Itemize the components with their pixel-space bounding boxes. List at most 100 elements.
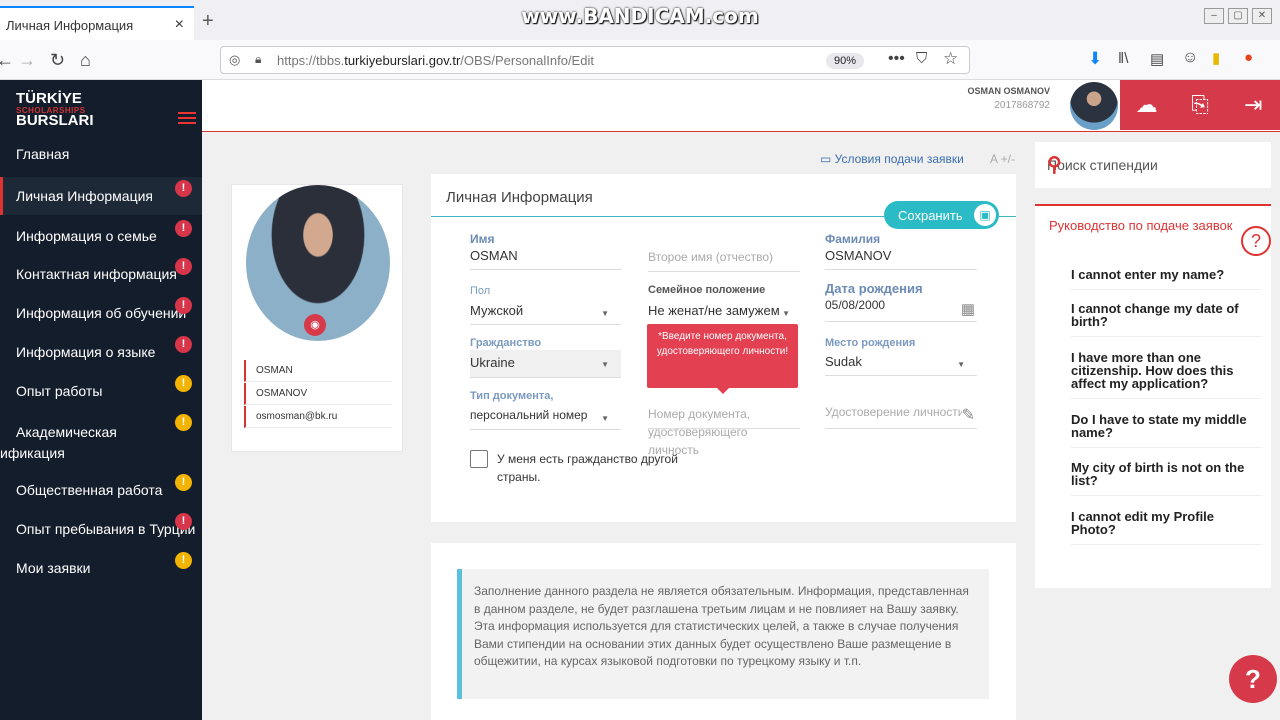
middle-name-field[interactable]: Второе имя (отчество) bbox=[648, 250, 800, 272]
last-name-label: Фамилия bbox=[825, 232, 881, 246]
dual-citizenship-checkbox[interactable] bbox=[470, 450, 488, 468]
faq-item[interactable]: I cannot change my date of birth? bbox=[1071, 302, 1261, 337]
save-label: Сохранить bbox=[898, 208, 963, 223]
gender-label: Пол bbox=[470, 285, 491, 297]
sidebar-item-language[interactable]: Информация о языке ! bbox=[0, 336, 202, 368]
download-icon[interactable]: ⬇ bbox=[1088, 49, 1102, 69]
sidebar-item-turkey-stay[interactable]: Опыт пребывания в Турции ! bbox=[0, 513, 202, 545]
gender-select[interactable]: Мужской ▼ bbox=[470, 303, 621, 325]
shield-icon[interactable]: ◎ bbox=[229, 52, 240, 68]
warning-badge: ! bbox=[175, 336, 192, 353]
faq-item[interactable]: I have more than one citizenship. How do… bbox=[1071, 351, 1261, 399]
logo[interactable]: TÜRKİYE SCHOLARSHIPS BURSLARI bbox=[0, 86, 110, 130]
help-button[interactable]: ? bbox=[1229, 655, 1277, 703]
chevron-down-icon: ▼ bbox=[601, 309, 609, 318]
sidebar-item-label: Опыт пребывания в Турции bbox=[16, 521, 196, 537]
bookmark-star-icon[interactable]: ☆ bbox=[943, 49, 958, 69]
avatar[interactable] bbox=[1070, 82, 1118, 130]
close-window-icon[interactable]: ✕ bbox=[1252, 8, 1272, 24]
home-icon[interactable]: ⌂ bbox=[80, 50, 91, 71]
citizenship-select[interactable]: Ukraine ▼ bbox=[470, 350, 621, 378]
floppy-icon: ▣ bbox=[974, 204, 996, 226]
url-domain: turkiyeburslari.gov.tr bbox=[344, 53, 461, 68]
paperclip-icon[interactable]: ✎ bbox=[961, 405, 975, 425]
minimize-icon[interactable]: – bbox=[1204, 8, 1224, 24]
sidebar-item-academic[interactable]: Академическая ификация ! bbox=[0, 414, 202, 466]
calendar-icon[interactable]: ▦ bbox=[961, 300, 975, 318]
back-icon[interactable]: ← bbox=[0, 50, 14, 71]
personal-info-form: Личная Информация Сохранить ▣ Имя OSMAN … bbox=[431, 174, 1016, 522]
document-icon: ▭ bbox=[820, 152, 835, 166]
warning-badge: ! bbox=[175, 513, 192, 530]
chevron-down-icon: ▼ bbox=[601, 360, 609, 369]
pocket-icon[interactable]: ⛉ bbox=[916, 50, 927, 67]
save-button[interactable]: Сохранить ▣ bbox=[884, 201, 999, 229]
sidebar-item-label: Мои заявки bbox=[16, 560, 91, 576]
menu-toggle-icon[interactable] bbox=[178, 112, 196, 124]
sidebar-item-label: Информация о языке bbox=[16, 344, 156, 360]
lock-icon[interactable]: 🔒︎ bbox=[255, 52, 261, 67]
birthplace-value: Sudak bbox=[825, 354, 862, 369]
logo-line-1: TÜRKİYE bbox=[16, 90, 82, 107]
question-icon[interactable]: ? bbox=[1241, 226, 1271, 256]
page-actions-icon[interactable]: ••• bbox=[888, 50, 905, 68]
sidebar-item-label: Личная Информация bbox=[16, 188, 154, 204]
extension-icon[interactable]: ▮ bbox=[1212, 49, 1220, 67]
birthdate-field[interactable]: 05/08/2000 ▦ bbox=[825, 298, 977, 322]
faq-item[interactable]: Do I have to state my middle name? bbox=[1071, 413, 1261, 448]
conditions-link[interactable]: ▭ Условия подачи заявки bbox=[820, 152, 964, 166]
sidebar-item-label: Контактная информация bbox=[16, 266, 177, 282]
camera-icon[interactable]: ◉ bbox=[304, 314, 326, 336]
chevron-down-icon: ▼ bbox=[957, 360, 965, 369]
logout-icon[interactable]: ⇥ bbox=[1227, 80, 1280, 130]
faq-item[interactable]: My city of birth is not on the list? bbox=[1071, 461, 1261, 496]
marital-select[interactable]: Не женат/не замужем ▼ bbox=[648, 303, 800, 325]
gender-value: Мужской bbox=[470, 303, 524, 318]
sidebar-item-family[interactable]: Информация о семье ! bbox=[0, 220, 202, 252]
forward-icon[interactable]: → bbox=[18, 50, 36, 71]
translate-icon[interactable]: ⎘ bbox=[1173, 80, 1226, 130]
sidebar-item-my-applications[interactable]: Мои заявки ! bbox=[0, 552, 202, 584]
doc-number-field[interactable]: Номер документа, удостоверяющего личност… bbox=[648, 405, 800, 457]
marital-value: Не женат/не замужем bbox=[648, 303, 780, 318]
font-size-control[interactable]: A +/- bbox=[990, 152, 1015, 166]
citizenship-label: Гражданство bbox=[470, 337, 542, 349]
sidebar-item-social-work[interactable]: Общественная работа ! bbox=[0, 474, 202, 506]
cloud-upload-icon[interactable]: ☁ bbox=[1120, 80, 1173, 130]
sidebar-item-contact[interactable]: Контактная информация ! bbox=[0, 258, 202, 290]
application-guide: Руководство по подаче заявок ? I cannot … bbox=[1035, 204, 1271, 588]
page-header: OSMAN OSMANOV 2017868792 ☁ ⎘ ⇥ bbox=[202, 80, 1280, 132]
profile-email: osmosman@bk.ru bbox=[244, 406, 392, 428]
last-name-field[interactable]: OSMANOV bbox=[825, 248, 977, 270]
id-placeholder: Удостоверение личности bbox=[825, 405, 965, 419]
faq-item[interactable]: I cannot edit my Profile Photo? bbox=[1071, 510, 1261, 545]
scholarship-search[interactable]: Поиск стипендии ⚲ bbox=[1035, 142, 1271, 188]
sidebar-item-education[interactable]: Информация об обучении ! bbox=[0, 297, 202, 329]
sidebar-item-home[interactable]: Главная bbox=[0, 146, 202, 170]
library-icon[interactable]: ‖\ bbox=[1118, 50, 1128, 67]
sidebar-toggle-icon[interactable]: ▤ bbox=[1150, 50, 1164, 68]
guide-title: Руководство по подаче заявок bbox=[1049, 218, 1233, 233]
maximize-icon[interactable]: ▢ bbox=[1228, 8, 1248, 24]
dual-citizenship-label[interactable]: У меня есть гражданство другой страны. bbox=[497, 450, 717, 486]
birthdate-label: Дата рождения bbox=[825, 281, 923, 296]
sidebar-item-work-experience[interactable]: Опыт работы ! bbox=[0, 375, 202, 407]
watermark: www.BANDICAM.com bbox=[521, 4, 759, 28]
sidebar-item-personal-info[interactable]: Личная Информация ! bbox=[0, 177, 202, 215]
first-name-field[interactable]: OSMAN bbox=[470, 248, 622, 270]
id-card-field[interactable]: Удостоверение личности ✎ bbox=[825, 405, 977, 429]
warning-badge: ! bbox=[175, 552, 192, 569]
search-icon[interactable]: ⚲ bbox=[1047, 152, 1259, 177]
faq-item[interactable]: I cannot enter my name? bbox=[1071, 268, 1261, 290]
header-actions: ☁ ⎘ ⇥ bbox=[1120, 80, 1280, 130]
birthplace-label: Место рождения bbox=[825, 337, 916, 349]
account-icon[interactable]: ☺ bbox=[1182, 49, 1198, 67]
doc-type-select[interactable]: персональний номер ▼ bbox=[470, 408, 621, 430]
birthplace-select[interactable]: Sudak ▼ bbox=[825, 354, 977, 376]
chevron-down-icon: ▼ bbox=[601, 414, 609, 423]
reload-icon[interactable]: ↻ bbox=[50, 50, 65, 71]
validation-tooltip: *Введите номер документа, удостоверяющег… bbox=[647, 324, 798, 394]
zoom-level[interactable]: 90% bbox=[826, 53, 865, 69]
marital-label: Семейное положение bbox=[648, 284, 766, 296]
firefox-extension-icon[interactable]: ● bbox=[1244, 49, 1253, 66]
